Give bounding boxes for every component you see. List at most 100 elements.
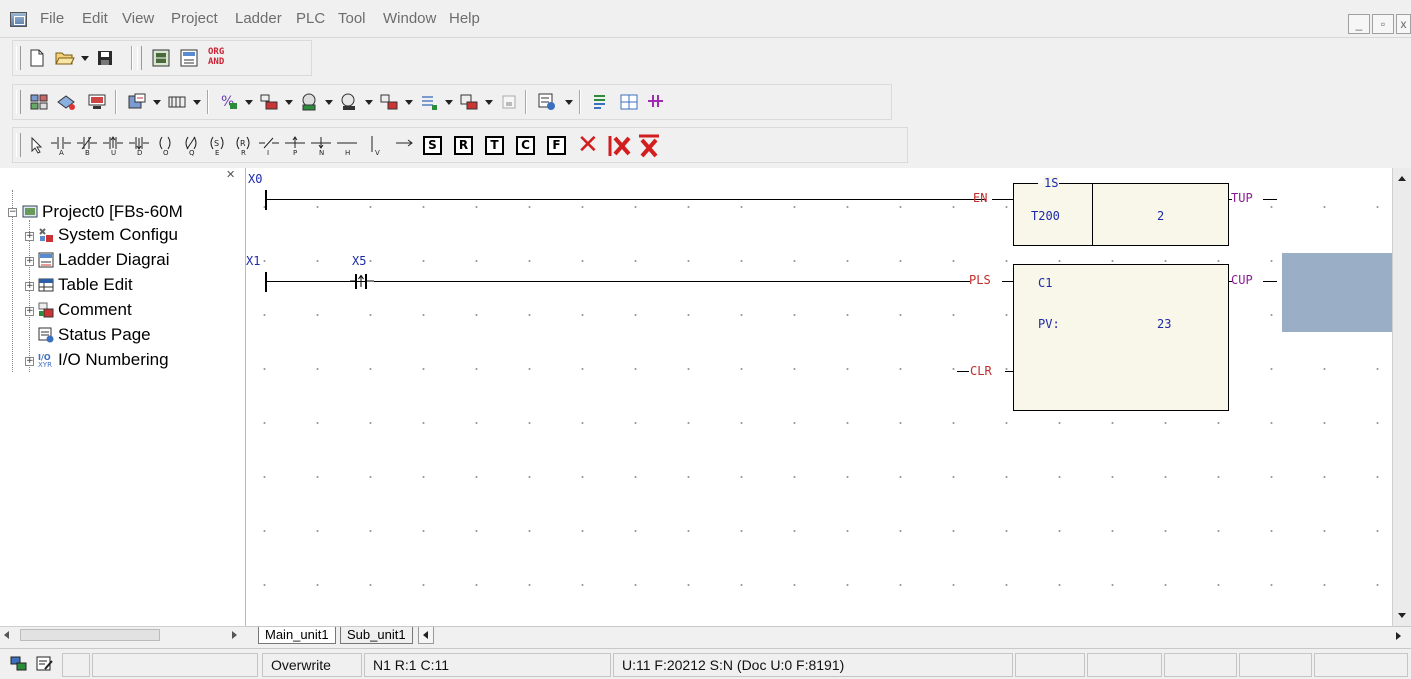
contact-down-icon[interactable]: D xyxy=(127,133,151,157)
tab-scroll-left-button[interactable] xyxy=(418,627,434,644)
diagram-view-icon[interactable] xyxy=(177,46,201,70)
inactive-monitor-icon[interactable] xyxy=(497,90,521,114)
coil-reset-icon[interactable]: RR xyxy=(231,133,255,157)
counter-function-button[interactable]: C xyxy=(516,136,535,155)
open-dropdown-icon[interactable] xyxy=(81,56,89,61)
toolbar-grip[interactable] xyxy=(16,90,21,114)
menu-edit[interactable]: Edit xyxy=(82,10,108,27)
tree-item-io-numbering[interactable]: I/O Numbering xyxy=(58,349,169,371)
scroll-down-icon[interactable] xyxy=(1398,613,1406,618)
save-icon[interactable] xyxy=(93,46,117,70)
data-register-icon[interactable] xyxy=(257,90,281,114)
minimize-button[interactable]: _ xyxy=(1348,14,1370,34)
dropdown-icon[interactable] xyxy=(445,100,453,105)
new-file-icon[interactable] xyxy=(25,46,49,70)
menu-project[interactable]: Project xyxy=(171,10,218,27)
dropdown-icon[interactable] xyxy=(153,100,161,105)
function-block-button[interactable]: F xyxy=(547,136,566,155)
tab-main-unit1[interactable]: Main_unit1 xyxy=(258,627,336,644)
select-arrow-icon[interactable] xyxy=(25,133,49,157)
toolbar-grip[interactable] xyxy=(16,133,21,157)
dropdown-icon[interactable] xyxy=(325,100,333,105)
tree-item-table-edit[interactable]: Table Edit xyxy=(58,274,133,296)
dropdown-icon[interactable] xyxy=(485,100,493,105)
counter-function-block[interactable]: C1 PV: 23 xyxy=(1013,264,1229,411)
h-scroll-right-icon[interactable] xyxy=(1396,632,1401,640)
tab-scroll-left-icon[interactable] xyxy=(423,631,428,639)
contact-a-icon[interactable]: A xyxy=(49,133,73,157)
canvas-vertical-scrollbar[interactable] xyxy=(1392,168,1411,626)
scroll-left-icon[interactable] xyxy=(4,631,9,639)
percent-tool-icon[interactable]: % xyxy=(217,90,241,114)
coil-set-icon[interactable]: SE xyxy=(205,133,229,157)
positive-edge-icon[interactable]: P xyxy=(283,133,307,157)
menu-help[interactable]: Help xyxy=(449,10,480,27)
tree-horizontal-scrollbar[interactable] xyxy=(0,626,246,642)
list-view-icon[interactable] xyxy=(417,90,441,114)
menu-plc[interactable]: PLC xyxy=(296,10,325,27)
toolbar-grip[interactable] xyxy=(137,46,142,70)
delete-horizontal-icon[interactable] xyxy=(637,134,661,158)
contact-search-icon[interactable] xyxy=(645,90,669,114)
cursor-selection[interactable] xyxy=(1282,253,1392,332)
ladder-canvas[interactable]: X0 EN T200 2 1S TUP X1 X5 PLS C1 PV: 23 … xyxy=(246,168,1392,626)
panel-close-icon[interactable]: ✕ xyxy=(226,168,235,181)
app-icon[interactable] xyxy=(10,12,27,27)
delete-icon[interactable]: ✕ xyxy=(577,132,599,158)
menu-view[interactable]: View xyxy=(122,10,154,27)
horizontal-line-icon[interactable]: H xyxy=(335,133,359,157)
ladder-view-icon[interactable] xyxy=(149,46,173,70)
monitor-station-icon[interactable] xyxy=(337,90,361,114)
scroll-up-icon[interactable] xyxy=(1398,176,1406,181)
compile-icon[interactable] xyxy=(27,90,51,114)
scroll-right-icon[interactable] xyxy=(232,631,237,639)
rising-edge-contact-icon[interactable] xyxy=(350,272,374,292)
io-config-icon[interactable] xyxy=(165,90,189,114)
dropdown-icon[interactable] xyxy=(405,100,413,105)
dropdown-icon[interactable] xyxy=(245,100,253,105)
dropdown-icon[interactable] xyxy=(365,100,373,105)
invert-icon[interactable]: I xyxy=(257,133,281,157)
monitor-icon[interactable] xyxy=(85,90,109,114)
tree-expander[interactable]: − xyxy=(8,208,17,217)
right-arrow-icon[interactable] xyxy=(393,133,417,157)
tab-sub-unit1[interactable]: Sub_unit1 xyxy=(340,627,413,644)
toolbar-grip[interactable] xyxy=(16,46,21,70)
status-window-icon[interactable] xyxy=(535,90,559,114)
scroll-thumb[interactable] xyxy=(20,629,160,641)
delete-vertical-icon[interactable] xyxy=(608,134,632,158)
menu-tool[interactable]: Tool xyxy=(338,10,366,27)
program-list-icon[interactable] xyxy=(589,90,613,114)
tree-expander[interactable]: + xyxy=(25,307,34,316)
coil-inverse-icon[interactable]: Q xyxy=(179,133,203,157)
menu-file[interactable]: File xyxy=(40,10,64,27)
tree-item-comment[interactable]: Comment xyxy=(58,299,132,321)
plc-run-icon[interactable] xyxy=(125,90,149,114)
restore-button[interactable]: ▫ xyxy=(1372,14,1394,34)
vertical-line-icon[interactable]: V xyxy=(365,133,389,157)
connect-plc-icon[interactable] xyxy=(55,90,79,114)
register-edit-icon[interactable] xyxy=(377,90,401,114)
negative-edge-icon[interactable]: N xyxy=(309,133,333,157)
open-folder-icon[interactable] xyxy=(53,46,77,70)
timer-function-button[interactable]: T xyxy=(485,136,504,155)
tree-item-project[interactable]: Project0 [FBs-60M xyxy=(42,201,183,223)
tree-expander[interactable]: + xyxy=(25,232,34,241)
close-button[interactable]: x xyxy=(1396,14,1411,34)
org-and-icon[interactable]: ORG AND xyxy=(208,47,224,67)
tree-expander[interactable]: + xyxy=(25,257,34,266)
edit-note-icon[interactable] xyxy=(36,656,54,672)
contact-b-icon[interactable]: B xyxy=(75,133,99,157)
contact-up-icon[interactable]: U xyxy=(101,133,125,157)
reset-function-button[interactable]: R xyxy=(454,136,473,155)
timer-function-block[interactable]: T200 2 xyxy=(1013,183,1229,246)
tree-expander[interactable]: + xyxy=(25,282,34,291)
menu-ladder[interactable]: Ladder xyxy=(235,10,282,27)
tree-expander[interactable]: + xyxy=(25,357,34,366)
menu-window[interactable]: Window xyxy=(383,10,436,27)
ladder-jump-icon[interactable] xyxy=(617,90,641,114)
dropdown-icon[interactable] xyxy=(193,100,201,105)
tree-item-ladder-diagram[interactable]: Ladder Diagrai xyxy=(58,249,170,271)
coil-output-icon[interactable]: O xyxy=(153,133,177,157)
network-status-icon[interactable] xyxy=(10,656,28,672)
